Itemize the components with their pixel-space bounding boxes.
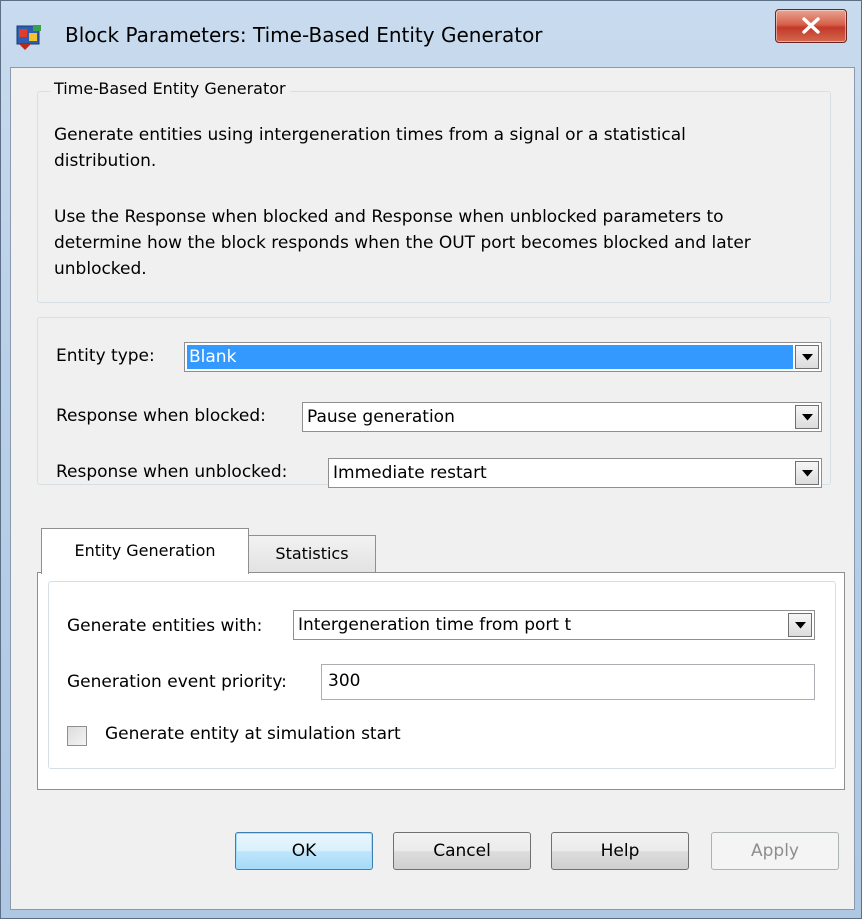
response-unblocked-value: Immediate restart (333, 463, 487, 483)
dropdown-button[interactable] (795, 405, 819, 429)
description-line: distribution. (54, 151, 157, 171)
priority-input[interactable] (328, 671, 728, 691)
close-button[interactable] (775, 9, 847, 43)
apply-button: Apply (711, 832, 839, 870)
tab-label: Statistics (275, 544, 349, 563)
help-button[interactable]: Help (551, 832, 689, 870)
description-line: Use the Response when blocked and Respon… (54, 207, 724, 227)
entity-type-label: Entity type: (56, 346, 155, 366)
description-line: determine how the block responds when th… (54, 233, 751, 253)
chevron-down-icon (795, 622, 806, 629)
priority-field[interactable] (321, 664, 815, 700)
cancel-button[interactable]: Cancel (393, 832, 531, 870)
generate-with-label: Generate entities with: (67, 616, 263, 636)
response-blocked-select[interactable]: Pause generation (302, 402, 822, 432)
description-group: Time-Based Entity Generator Generate ent… (37, 79, 831, 303)
entity-type-value: Blank (189, 347, 237, 367)
priority-label: Generation event priority: (67, 672, 287, 692)
entity-generation-group: Generate entities with: Intergeneration … (48, 581, 836, 769)
chevron-down-icon (802, 354, 813, 361)
ok-button[interactable]: OK (235, 832, 373, 870)
description-group-title: Time-Based Entity Generator (50, 79, 290, 98)
title-bar[interactable]: Block Parameters: Time-Based Entity Gene… (1, 1, 861, 67)
simulink-block-icon (15, 23, 45, 51)
tab-label: Entity Generation (74, 541, 216, 560)
tab-entity-generation[interactable]: Entity Generation (41, 528, 249, 574)
dialog-window: Block Parameters: Time-Based Entity Gene… (0, 0, 862, 919)
generate-with-select[interactable]: Intergeneration time from port t (293, 610, 815, 640)
description-paragraph-1: Generate entities using intergeneration … (54, 122, 686, 174)
response-blocked-value: Pause generation (307, 407, 455, 427)
window-title: Block Parameters: Time-Based Entity Gene… (65, 23, 543, 47)
dropdown-button[interactable] (795, 345, 819, 369)
tab-statistics[interactable]: Statistics (248, 535, 376, 573)
entity-generation-panel: Generate entities with: Intergeneration … (37, 572, 845, 790)
close-x-icon (802, 17, 820, 34)
description-line: unblocked. (54, 259, 147, 279)
dropdown-button[interactable] (788, 613, 812, 637)
chevron-down-icon (802, 470, 813, 477)
generate-at-start-label: Generate entity at simulation start (105, 724, 401, 744)
response-blocked-label: Response when blocked: (56, 406, 266, 426)
dropdown-button[interactable] (795, 461, 819, 485)
response-unblocked-select[interactable]: Immediate restart (328, 458, 822, 488)
generate-at-start-checkbox[interactable] (67, 726, 87, 746)
description-paragraph-2: Use the Response when blocked and Respon… (54, 204, 751, 282)
response-unblocked-label: Response when unblocked: (56, 462, 288, 482)
chevron-down-icon (802, 414, 813, 421)
generate-with-value: Intergeneration time from port t (298, 615, 572, 635)
description-line: Generate entities using intergeneration … (54, 125, 686, 145)
entity-type-select[interactable]: Blank (184, 342, 822, 372)
parameters-group: Entity type: Blank Response when blocked… (37, 317, 831, 488)
dialog-client-area: Time-Based Entity Generator Generate ent… (10, 67, 855, 910)
selection-highlight (187, 345, 793, 369)
